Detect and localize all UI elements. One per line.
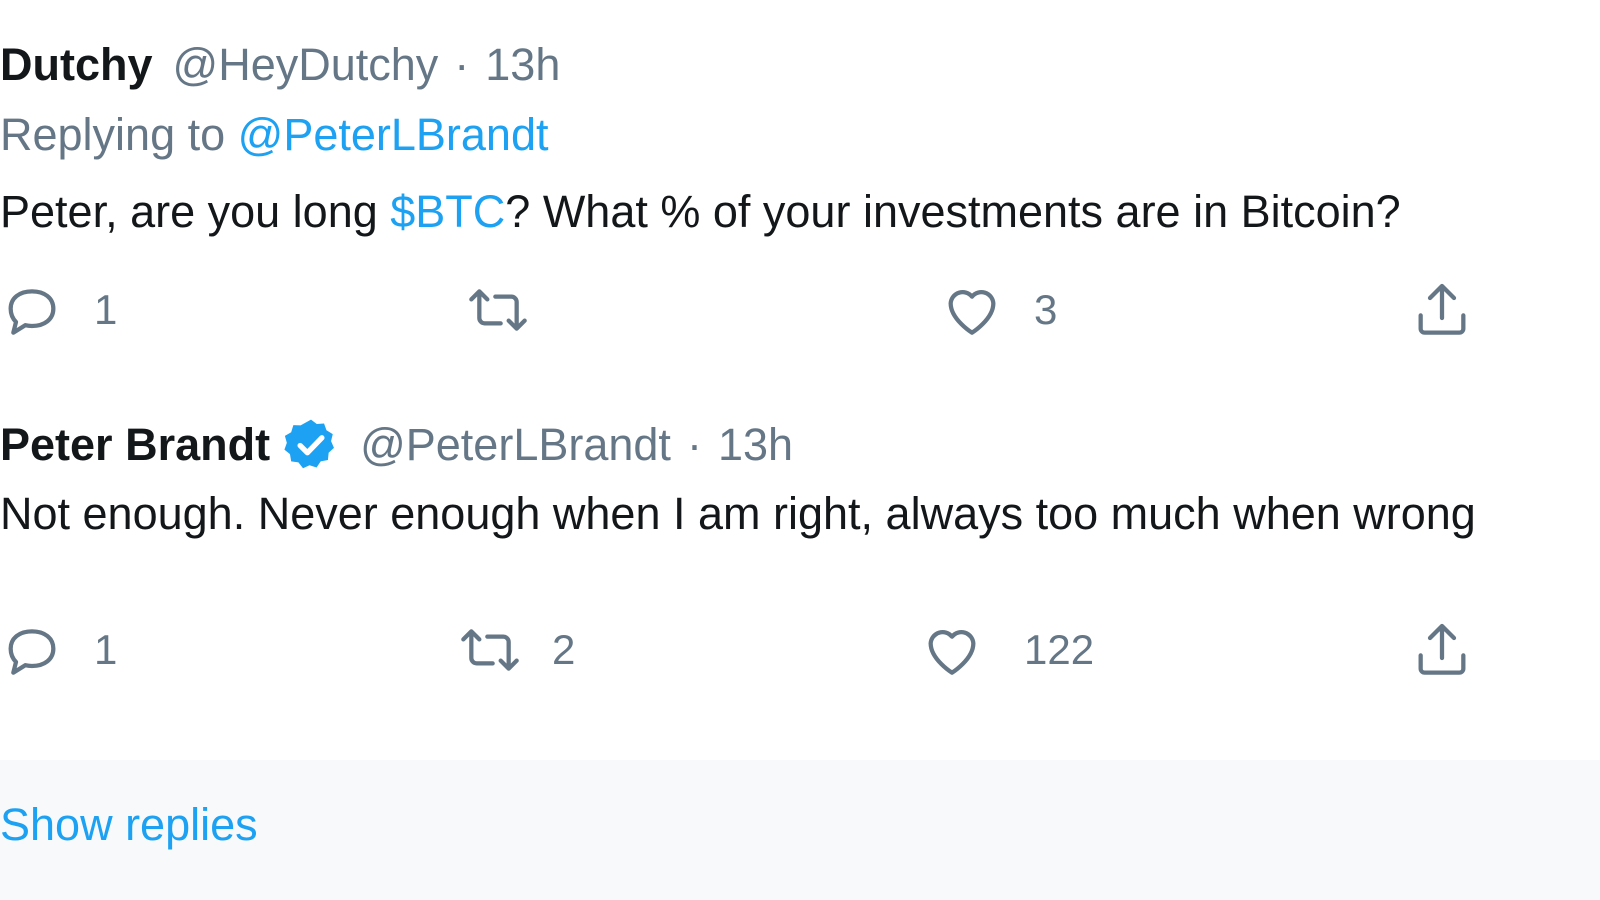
retweet-button[interactable]: 2 [458, 615, 575, 685]
like-button[interactable]: 3 [940, 275, 1057, 345]
verified-badge-icon [282, 416, 340, 474]
tweet-actions: 1 2 122 [0, 615, 1600, 685]
meta-separator: · [454, 39, 470, 90]
author-handle[interactable]: @PeterLBrandt [360, 410, 671, 480]
share-icon [1418, 283, 1466, 335]
reply-count: 1 [94, 626, 118, 673]
author-name[interactable]: Dutchy [0, 30, 153, 100]
author-name[interactable]: Peter Brandt [0, 410, 270, 480]
tweet-text-part: ? What % of your investments are in Bitc… [505, 186, 1401, 237]
show-replies-link[interactable]: Show replies [0, 790, 258, 860]
tweet-header: Peter Brandt @PeterLBrandt · 13h [0, 410, 1600, 480]
share-icon [1418, 623, 1466, 675]
tweet-actions: 1 3 [0, 275, 1600, 345]
reply-button[interactable]: 1 [0, 615, 117, 685]
like-icon [948, 290, 996, 335]
retweet-button[interactable] [466, 275, 560, 345]
tweet-header: Dutchy @HeyDutchy · 13h [0, 30, 1600, 100]
tweet-time[interactable]: 13h [485, 30, 560, 100]
reply-icon [8, 629, 56, 675]
tweet-dutchy[interactable]: Dutchy @HeyDutchy · 13h Replying to @Pet… [0, 30, 1600, 335]
reply-button[interactable]: 1 [0, 275, 117, 345]
show-replies-row[interactable]: Show replies [0, 760, 1600, 900]
replying-to-label: Replying to [0, 109, 238, 160]
tweet-time[interactable]: 13h [718, 410, 793, 480]
like-icon [928, 630, 976, 675]
retweet-icon [469, 289, 527, 331]
retweet-count: 2 [552, 626, 576, 673]
tweet-text-part: Peter, are you long [0, 186, 391, 237]
like-button[interactable]: 122 [920, 615, 1094, 685]
replying-to-line: Replying to @PeterLBrandt [0, 100, 1600, 170]
share-button[interactable] [1410, 275, 1474, 345]
tweet-text: Not enough. Never enough when I am right… [0, 488, 1476, 539]
retweet-icon [461, 629, 519, 671]
cashtag-link[interactable]: $BTC [390, 186, 505, 237]
reply-count: 1 [94, 286, 118, 333]
tweet-peter-brandt[interactable]: Peter Brandt @PeterLBrandt · 13h Not eno… [0, 410, 1600, 675]
replying-to-link[interactable]: @PeterLBrandt [238, 109, 549, 160]
like-count: 122 [1024, 626, 1095, 673]
tweet-text: Peter, are you long $BTC? What % of your… [0, 178, 1600, 246]
share-button[interactable] [1410, 615, 1474, 685]
meta-separator: · [686, 419, 702, 470]
author-handle[interactable]: @HeyDutchy [173, 30, 439, 100]
reply-icon [8, 289, 56, 335]
like-count: 3 [1034, 286, 1058, 333]
